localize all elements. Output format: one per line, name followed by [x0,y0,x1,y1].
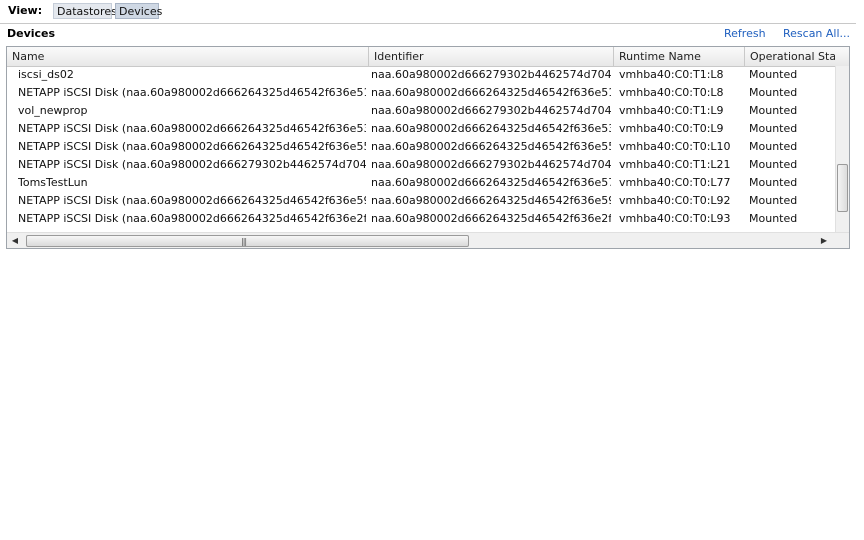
identifier-cell: naa.60a980002d666279302b4462574d704d [371,104,611,117]
device-name-cell: NETAPP iSCSI Disk (naa.60a980002d6662643… [18,212,366,225]
vertical-scrollbar[interactable] [835,66,849,232]
runtime-name-cell: vmhba40:C0:T1:L8 [619,68,724,81]
table-row[interactable]: NETAPP iSCSI Disk (naa.60a980002d6662643… [7,120,835,138]
device-name-cell: NETAPP iSCSI Disk (naa.60a980002d6662643… [18,86,366,99]
identifier-cell: naa.60a980002d666279302b4462574d704b [371,68,611,81]
scroll-right-arrow-icon[interactable]: ▶ [817,234,831,248]
table-row[interactable]: NETAPP iSCSI Disk (naa.60a980002d6662643… [7,210,835,228]
identifier-cell: naa.60a980002d666264325d46542f636e53 [371,122,611,135]
table-header: Name Identifier Runtime Name Operational… [7,47,849,67]
grip-icon: ||| [241,237,247,246]
horizontal-scroll-thumb[interactable]: ||| [26,235,469,247]
operational-state-cell: Mounted [749,86,798,99]
column-header-name[interactable]: Name [7,47,369,66]
table-row[interactable]: NETAPP iSCSI Disk (naa.60a980002d6662643… [7,84,835,102]
operational-state-cell: Mounted [749,176,798,189]
runtime-name-cell: vmhba40:C0:T0:L8 [619,86,724,99]
column-header-runtime-name[interactable]: Runtime Name [614,47,745,66]
device-name-cell: vol_newprop [18,104,88,117]
runtime-name-cell: vmhba40:C0:T0:L92 [619,194,731,207]
runtime-name-cell: vmhba40:C0:T0:L9 [619,122,724,135]
vertical-scroll-thumb[interactable] [837,164,848,212]
operational-state-cell: Mounted [749,122,798,135]
runtime-name-cell: vmhba40:C0:T1:L21 [619,158,731,171]
device-name-cell: TomsTestLun [18,176,88,189]
table-row[interactable]: NETAPP iSCSI Disk (naa.60a980002d6662793… [7,156,835,174]
device-name-cell: NETAPP iSCSI Disk (naa.60a980002d6662643… [18,194,366,207]
view-label: View: [8,4,43,17]
table-row[interactable]: TomsTestLun naa.60a980002d666264325d4654… [7,174,835,192]
identifier-cell: naa.60a980002d666264325d46542f636e57 [371,176,611,189]
operational-state-cell: Mounted [749,140,798,153]
table-row[interactable]: NETAPP iSCSI Disk (naa.60a980002d6662643… [7,138,835,156]
operational-state-cell: Mounted [749,104,798,117]
runtime-name-cell: vmhba40:C0:T0:L93 [619,212,731,225]
column-header-identifier[interactable]: Identifier [369,47,614,66]
device-name-cell: NETAPP iSCSI Disk (naa.60a980002d6662793… [18,158,366,171]
runtime-name-cell: vmhba40:C0:T0:L10 [619,140,731,153]
operational-state-cell: Mounted [749,212,798,225]
identifier-cell: naa.60a980002d666264325d46542f636e55 [371,140,611,153]
device-name-cell: NETAPP iSCSI Disk (naa.60a980002d6662643… [18,140,366,153]
device-name-cell: NETAPP iSCSI Disk (naa.60a980002d6662643… [18,122,366,135]
refresh-link[interactable]: Refresh [724,27,766,40]
rescan-all-link[interactable]: Rescan All... [783,27,850,40]
identifier-cell: naa.60a980002d666279302b4462574d704f [371,158,611,171]
identifier-cell: naa.60a980002d666264325d46542f636e51 [371,86,611,99]
table-row[interactable]: iscsi_ds02 naa.60a980002d666279302b44625… [7,66,835,84]
table-row[interactable]: vol_newprop naa.60a980002d666279302b4462… [7,102,835,120]
divider [0,23,856,24]
scroll-left-arrow-icon[interactable]: ◀ [8,234,22,248]
operational-state-cell: Mounted [749,158,798,171]
identifier-cell: naa.60a980002d666264325d46542f636e2f [371,212,611,225]
devices-view-button[interactable]: Devices [115,3,162,19]
column-header-operational-state[interactable]: Operational State [745,47,835,66]
operational-state-cell: Mounted [749,68,798,81]
devices-table: Name Identifier Runtime Name Operational… [6,46,850,249]
runtime-name-cell: vmhba40:C0:T0:L77 [619,176,731,189]
section-title: Devices [7,27,56,40]
table-body: iscsi_ds02 naa.60a980002d666279302b44625… [7,66,835,228]
horizontal-scrollbar[interactable]: ◀ ||| ▶ [7,232,849,248]
table-row[interactable]: NETAPP iSCSI Disk (naa.60a980002d6662643… [7,192,835,210]
view-bar: View: Datastores Devices [0,0,864,22]
runtime-name-cell: vmhba40:C0:T1:L9 [619,104,724,117]
device-name-cell: iscsi_ds02 [18,68,74,81]
identifier-cell: naa.60a980002d666264325d46542f636e59 [371,194,611,207]
operational-state-cell: Mounted [749,194,798,207]
datastores-view-button[interactable]: Datastores [53,3,117,19]
